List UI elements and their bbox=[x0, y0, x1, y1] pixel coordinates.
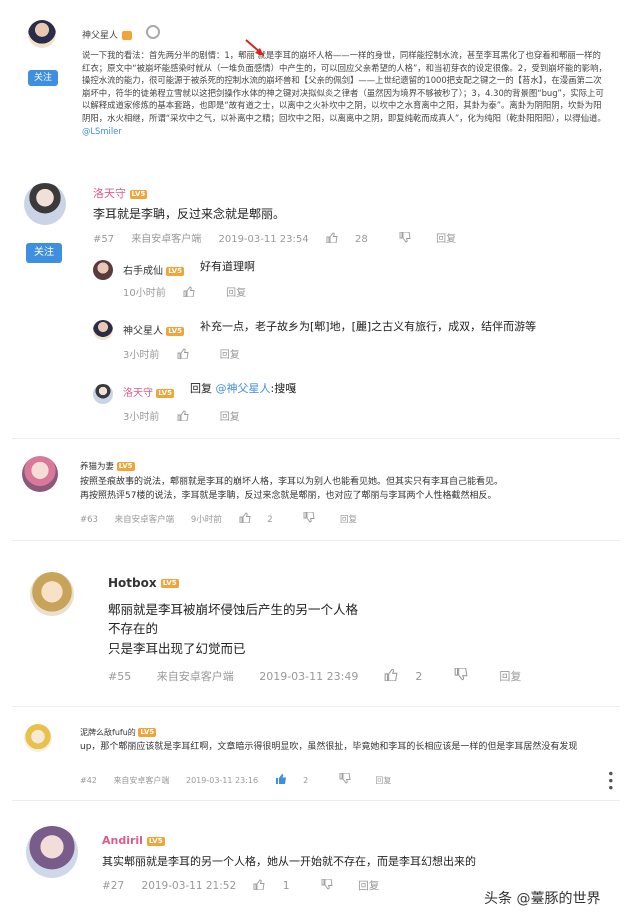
reply-button[interactable]: 回复 bbox=[358, 878, 379, 893]
reply-username[interactable]: 右手成仙 LV5 bbox=[123, 262, 184, 277]
floor-number: #63 bbox=[80, 515, 98, 525]
thumb-up-icon[interactable] bbox=[183, 286, 195, 298]
follow-button[interactable]: 关注 bbox=[28, 70, 58, 86]
avatar[interactable] bbox=[26, 826, 78, 878]
medal-icon bbox=[146, 25, 160, 39]
thumb-up-icon bbox=[275, 773, 287, 784]
reply-text: 好有道理啊 bbox=[200, 260, 255, 273]
reply-meta: 3小时前 回复 bbox=[123, 408, 254, 423]
username[interactable]: Hotbox LV5 bbox=[108, 576, 179, 590]
thumb-down-icon[interactable] bbox=[454, 667, 468, 681]
floor-number: #42 bbox=[80, 776, 97, 785]
level-badge: LV5 bbox=[138, 728, 157, 737]
divider bbox=[12, 706, 620, 707]
comment-text: 说一下我的看法：首先两分半的剧情：1，郫丽 就是李耳的崩坏人格——一样的身世，同… bbox=[82, 50, 607, 136]
thumb-down-icon[interactable] bbox=[339, 772, 351, 784]
reply-button[interactable]: 回复 bbox=[375, 775, 391, 786]
floor-number: #55 bbox=[108, 670, 132, 683]
timestamp: 2019-03-11 21:52 bbox=[141, 880, 237, 892]
avatar[interactable] bbox=[24, 724, 52, 752]
comment-meta: #57 来自安卓客户端 2019-03-11 23:54 28 回复 bbox=[93, 230, 470, 245]
like-button[interactable]: 2 bbox=[384, 668, 437, 683]
like-button[interactable]: 28 bbox=[326, 232, 382, 245]
like-button[interactable]: 2 bbox=[275, 773, 323, 785]
mention-link[interactable]: @LSmiler bbox=[82, 126, 122, 136]
comment-meta: #42 来自安卓客户端 2019-03-11 23:16 2 回复 bbox=[80, 772, 405, 786]
avatar[interactable] bbox=[22, 456, 58, 492]
timestamp: 3小时前 bbox=[123, 412, 160, 423]
reply-button[interactable]: 回复 bbox=[499, 668, 521, 684]
thumb-down-icon[interactable] bbox=[399, 231, 411, 243]
comment-meta: #55 来自安卓客户端 2019-03-11 23:49 2 回复 bbox=[108, 667, 535, 684]
more-options-icon[interactable]: ••• bbox=[603, 770, 617, 791]
comment-text: 郫丽就是李耳被崩坏侵蚀后产生的另一个人格 不存在的 只是李耳出现了幻觉而已 bbox=[108, 602, 359, 656]
timestamp: 10小时前 bbox=[123, 288, 166, 299]
timestamp: 9小时前 bbox=[190, 515, 222, 525]
comment-text: 其实郫丽就是李耳的另一个人格，她从一开始就不存在，而是李耳幻想出来的 bbox=[102, 855, 476, 868]
timestamp: 2019-03-11 23:16 bbox=[185, 776, 259, 785]
username[interactable]: Andiril LV5 bbox=[102, 834, 165, 847]
comment-meta: #27 2019-03-11 21:52 1 回复 bbox=[102, 878, 393, 893]
reply-button[interactable]: 回复 bbox=[220, 408, 240, 423]
source-label: 来自安卓客户端 bbox=[113, 776, 170, 785]
reply-avatar[interactable] bbox=[93, 320, 113, 340]
username[interactable]: 养猫为妻 LV5 bbox=[80, 460, 135, 472]
username[interactable]: 泥牌么敌fufu的 LV5 bbox=[80, 727, 157, 738]
level-badge: LV5 bbox=[116, 462, 135, 471]
username[interactable]: 洛天守 LV5 bbox=[93, 185, 148, 201]
level-badge: LV5 bbox=[156, 388, 174, 398]
reply-username[interactable]: 神父星人 LV5 bbox=[123, 322, 184, 337]
source-label: 来自安卓客户端 bbox=[131, 234, 202, 245]
divider bbox=[12, 540, 620, 541]
source-label: 来自安卓客户端 bbox=[156, 670, 234, 683]
comment-meta: #63 来自安卓客户端 9小时前 2 回复 bbox=[80, 511, 371, 525]
level-badge bbox=[122, 31, 132, 40]
reply-meta: 3小时前 回复 bbox=[123, 346, 254, 361]
divider bbox=[12, 800, 620, 801]
reply-avatar[interactable] bbox=[93, 260, 113, 280]
reply-button[interactable]: 回复 bbox=[436, 230, 456, 245]
reply-username[interactable]: 洛天守 LV5 bbox=[123, 384, 174, 399]
thumb-up-icon bbox=[239, 512, 251, 524]
thumb-up-icon bbox=[384, 668, 398, 682]
level-badge: LV5 bbox=[160, 579, 179, 588]
floor-number: #57 bbox=[93, 234, 115, 245]
reply-button[interactable]: 回复 bbox=[340, 513, 357, 525]
level-badge: LV5 bbox=[166, 266, 184, 276]
thumb-down-icon[interactable] bbox=[303, 511, 315, 523]
thumb-up-icon bbox=[253, 879, 266, 891]
reply-button[interactable]: 回复 bbox=[220, 346, 240, 361]
divider bbox=[12, 438, 620, 439]
like-button[interactable]: 1 bbox=[253, 879, 303, 892]
reply-text: 回复 @神父星人:搜嘎 bbox=[190, 382, 297, 395]
red-arrow-icon bbox=[245, 39, 264, 56]
timestamp: 2019-03-11 23:49 bbox=[259, 670, 359, 683]
timestamp: 2019-03-11 23:54 bbox=[218, 234, 309, 245]
follow-button[interactable]: 关注 bbox=[26, 243, 62, 263]
reply-avatar[interactable] bbox=[93, 384, 113, 404]
thumb-up-icon[interactable] bbox=[177, 410, 189, 422]
floor-number: #27 bbox=[102, 880, 125, 892]
level-badge: LV5 bbox=[146, 836, 165, 846]
comment-text: up，那个郫丽应该就是李耳红啊，文章暗示得很明显吹，虽然很扯，毕竟她和李耳的长相… bbox=[80, 742, 578, 752]
thumb-down-icon[interactable] bbox=[321, 878, 333, 890]
comment-text: 按照圣痕故事的说法，郫丽就是李耳的崩坏人格，李耳以为别人也能看见她。但其实只有李… bbox=[80, 477, 504, 501]
source-label: 来自安卓客户端 bbox=[114, 515, 175, 525]
avatar[interactable] bbox=[28, 20, 56, 48]
reply-button[interactable]: 回复 bbox=[226, 284, 246, 299]
like-button[interactable]: 2 bbox=[239, 512, 287, 525]
level-badge: LV5 bbox=[129, 189, 148, 199]
username[interactable]: 神父星人 bbox=[82, 28, 118, 41]
thumb-up-icon bbox=[326, 232, 338, 244]
thumb-up-icon[interactable] bbox=[177, 348, 189, 360]
avatar[interactable] bbox=[30, 572, 74, 616]
avatar[interactable] bbox=[24, 183, 66, 225]
reply-text: 补充一点，老子故乡为[郫]地，[麗]之古义有旅行，成双，结伴而游等 bbox=[200, 320, 537, 333]
watermark: 头条 @薹豚的世界 bbox=[484, 891, 601, 907]
reply-meta: 10小时前 回复 bbox=[123, 284, 260, 299]
timestamp: 3小时前 bbox=[123, 350, 160, 361]
comment-text: 李耳就是李聃，反过来念就是郫丽。 bbox=[93, 207, 286, 221]
mention-link[interactable]: @神父星人 bbox=[216, 382, 271, 395]
level-badge: LV5 bbox=[166, 326, 184, 336]
